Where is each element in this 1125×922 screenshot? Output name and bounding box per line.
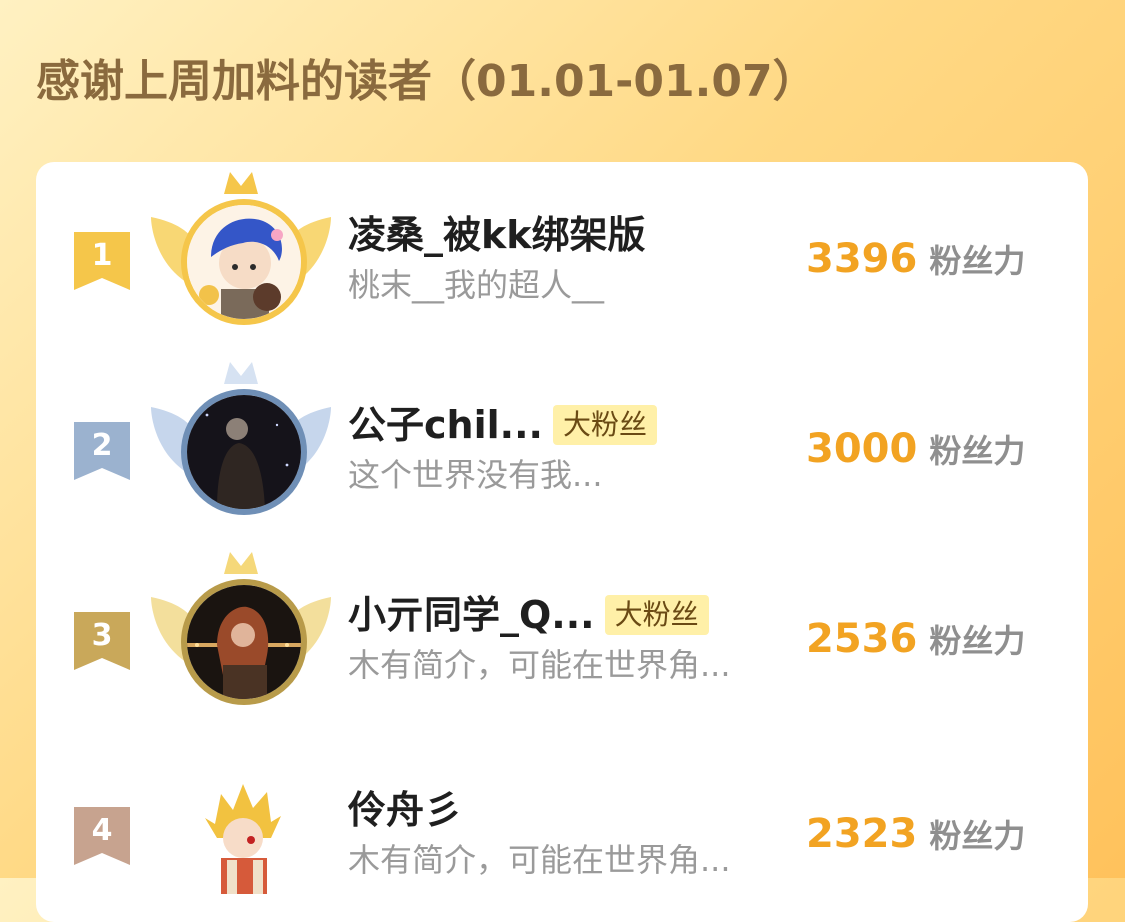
- score-unit: 粉丝力: [929, 432, 1026, 470]
- rank-number: 2: [91, 428, 113, 463]
- ranking-row-4[interactable]: 4 伶舟彡 木有简介，可能在世界角... 2323 粉丝力: [36, 737, 1088, 917]
- big-fan-badge: 大粉丝: [552, 405, 657, 445]
- user-name[interactable]: 公子chil...: [348, 400, 543, 450]
- rank-ribbon-icon: 4: [74, 807, 130, 865]
- big-fan-badge: 大粉丝: [604, 595, 709, 635]
- score-value: 3000: [806, 426, 918, 472]
- fan-power-score: 3000 粉丝力: [806, 426, 1025, 472]
- user-bio: 木有简介，可能在世界角...: [348, 646, 731, 684]
- rank-ribbon-icon: 2: [74, 422, 130, 480]
- score-value: 3396: [806, 236, 918, 282]
- ranking-row-2[interactable]: 2 公子chil... 大粉丝 这个世界没有我... 3000 粉丝力: [36, 352, 1088, 532]
- score-unit: 粉丝力: [929, 622, 1026, 660]
- ranking-row-1[interactable]: 1 凌桑_被kk绑架版 桃末__我的超人__ 3396 粉丝力: [36, 162, 1088, 342]
- anime-boy-blue-hair-icon: [187, 205, 301, 319]
- chibi-blond-character-icon: [181, 774, 307, 900]
- score-unit: 粉丝力: [929, 242, 1026, 280]
- user-name[interactable]: 小亓同学_Q...: [348, 590, 595, 640]
- user-bio: 桃末__我的超人__: [348, 266, 605, 304]
- rank-number: 3: [91, 618, 113, 653]
- user-avatar[interactable]: [181, 579, 307, 705]
- user-avatar[interactable]: [181, 389, 307, 515]
- page-title: 感谢上周加料的读者（01.01-01.07）: [36, 56, 817, 107]
- ranking-card: 1 凌桑_被kk绑架版 桃末__我的超人__ 3396 粉丝力 2 公子chil…: [36, 162, 1088, 922]
- score-value: 2536: [806, 616, 918, 662]
- user-name[interactable]: 伶舟彡: [348, 785, 462, 835]
- user-avatar[interactable]: [181, 199, 307, 325]
- fan-power-score: 3396 粉丝力: [806, 236, 1025, 282]
- rank-ribbon-icon: 1: [74, 232, 130, 290]
- user-bio: 这个世界没有我...: [348, 456, 603, 494]
- user-name[interactable]: 凌桑_被kk绑架版: [348, 210, 646, 260]
- girl-red-hair-night-icon: [187, 585, 301, 699]
- night-photo-icon: [187, 395, 301, 509]
- rank-number: 4: [91, 813, 113, 848]
- user-avatar[interactable]: [181, 774, 307, 900]
- rank-ribbon-icon: 3: [74, 612, 130, 670]
- fan-power-score: 2536 粉丝力: [806, 616, 1025, 662]
- score-value: 2323: [806, 811, 918, 857]
- fan-power-score: 2323 粉丝力: [806, 811, 1025, 857]
- ranking-row-3[interactable]: 3 小亓同学_Q... 大粉丝 木有简介，可能在世界角... 2536 粉丝力: [36, 542, 1088, 722]
- rank-number: 1: [91, 238, 113, 273]
- score-unit: 粉丝力: [929, 817, 1026, 855]
- user-bio: 木有简介，可能在世界角...: [348, 841, 731, 879]
